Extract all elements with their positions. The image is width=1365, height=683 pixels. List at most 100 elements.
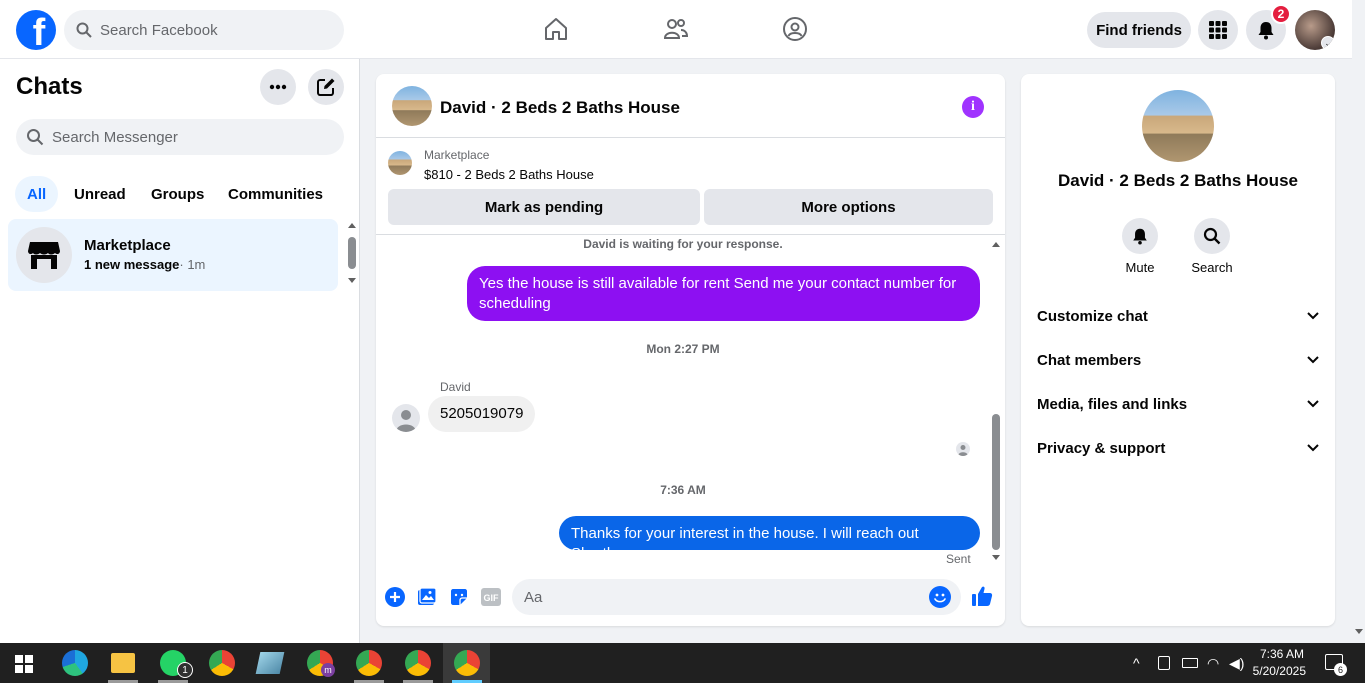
scrollbar-thumb[interactable] [348, 237, 356, 269]
facebook-search-input[interactable]: Search Facebook [64, 10, 344, 50]
clock-date[interactable]: 5/20/2025 [1250, 664, 1306, 678]
conversation-avatar[interactable] [392, 86, 432, 126]
emoji-icon[interactable] [929, 586, 951, 608]
gif-icon[interactable]: GIF [480, 586, 502, 608]
chats-sidebar: Chats Search Messenger All Unread Groups… [0, 59, 360, 643]
sticker-icon[interactable] [448, 586, 470, 608]
filter-unread[interactable]: Unread [62, 176, 138, 212]
chevron-up-icon[interactable]: ^ [1133, 655, 1140, 671]
chrome-profile-icon[interactable] [405, 650, 431, 676]
store-icon [16, 227, 72, 283]
chat-list-scrollbar[interactable] [345, 219, 357, 289]
friends-icon[interactable] [661, 14, 691, 44]
compose-icon [317, 78, 335, 96]
listing-title[interactable]: $810 - 2 Beds 2 Baths House [424, 167, 594, 182]
search-icon [76, 22, 92, 38]
facebook-header: f Search Facebook Find friends 2 ⌄ [0, 0, 1352, 59]
file-explorer-icon[interactable] [111, 653, 135, 673]
more-icon [269, 84, 287, 90]
waiting-notice: David is waiting for your response. [583, 237, 783, 251]
outgoing-message[interactable]: Thanks for your interest in the house. I… [559, 516, 980, 562]
clock-time[interactable]: 7:36 AM [1258, 647, 1304, 661]
sender-avatar[interactable] [392, 404, 420, 432]
marketplace-listing-card: Marketplace $810 - 2 Beds 2 Baths House … [376, 139, 1005, 235]
notification-center-badge: 6 [1334, 663, 1347, 676]
marketplace-label: Marketplace [424, 148, 490, 162]
section-label: Customize chat [1037, 307, 1148, 325]
filter-communities[interactable]: Communities [216, 176, 335, 212]
sent-status: Sent [946, 552, 971, 566]
notepad-icon[interactable] [255, 652, 285, 674]
messenger-search-placeholder: Search Messenger [52, 128, 178, 146]
menu-grid-button[interactable] [1198, 10, 1238, 50]
read-receipt-avatar [956, 442, 970, 456]
wifi-icon[interactable]: ◠ [1207, 655, 1219, 672]
edge-icon[interactable] [62, 650, 88, 676]
find-friends-button[interactable]: Find friends [1087, 12, 1191, 48]
groups-icon[interactable] [780, 14, 810, 44]
windows-start-icon[interactable] [15, 655, 33, 678]
plus-icon[interactable] [384, 586, 406, 608]
search-conversation-button[interactable]: Search [1182, 218, 1242, 275]
windows-taskbar: 1 m ^ ◠ ◀) 7:36 AM 5/20/2025 6 [0, 643, 1365, 683]
battery-icon[interactable] [1182, 658, 1198, 668]
more-options-button[interactable]: More options [704, 189, 993, 225]
volume-icon[interactable]: ◀) [1229, 655, 1244, 672]
listing-thumbnail[interactable] [388, 151, 412, 175]
chat-info-title: David · 2 Beds 2 Baths House [1058, 171, 1298, 190]
conversation-panel: David · 2 Beds 2 Baths House i Marketpla… [376, 74, 1005, 626]
incoming-message[interactable]: 5205019079 [428, 396, 536, 432]
chevron-down-icon [1307, 312, 1319, 320]
scroll-up-icon[interactable] [347, 221, 357, 229]
mute-label: Mute [1125, 260, 1155, 275]
message-timestamp: 7:36 AM [660, 483, 706, 497]
chrome-profile-icon[interactable] [454, 650, 480, 676]
scroll-down-icon[interactable] [1354, 628, 1364, 636]
scroll-up-icon[interactable] [991, 240, 1001, 248]
mark-as-pending-button[interactable]: Mark as pending [388, 189, 700, 225]
chrome-icon[interactable] [209, 650, 235, 676]
info-icon[interactable]: i [962, 96, 984, 118]
filter-groups[interactable]: Groups [139, 176, 216, 212]
account-avatar[interactable]: ⌄ [1295, 10, 1335, 50]
photo-icon[interactable] [416, 586, 438, 608]
preview-time: · 1m [179, 257, 206, 272]
chat-info-panel: David · 2 Beds 2 Baths House Mute Search… [1021, 74, 1335, 626]
messenger-search-input[interactable]: Search Messenger [16, 119, 344, 155]
chrome-profile-icon[interactable] [356, 650, 382, 676]
message-input-placeholder: Aa [524, 588, 543, 606]
bell-icon [1258, 22, 1274, 40]
device-icon[interactable] [1158, 656, 1170, 670]
scroll-down-icon[interactable] [347, 277, 357, 285]
conversation-title[interactable]: David · 2 Beds 2 Baths House [440, 98, 680, 118]
chat-members-section[interactable]: Chat members [1037, 348, 1319, 372]
filter-all[interactable]: All [15, 176, 59, 212]
conversation-header: David · 2 Beds 2 Baths House i [376, 74, 1005, 138]
conversation-scrollbar[interactable] [990, 240, 1002, 564]
chat-item-name: Marketplace [84, 237, 171, 254]
chat-item-marketplace[interactable]: Marketplace 1 new message· 1m [8, 219, 338, 291]
outgoing-message[interactable]: Yes the house is still available for ren… [467, 266, 980, 321]
chevron-down-icon [1307, 400, 1319, 408]
chats-title: Chats [16, 73, 83, 100]
message-timestamp: Mon 2:27 PM [646, 342, 720, 356]
notification-badge: 2 [1271, 4, 1291, 24]
logo-letter: f [32, 12, 46, 50]
media-files-links-section[interactable]: Media, files and links [1037, 392, 1319, 416]
section-label: Media, files and links [1037, 395, 1188, 413]
thumbs-up-icon[interactable] [971, 585, 993, 607]
chat-info-avatar[interactable] [1142, 90, 1214, 162]
profile-badge: m [321, 663, 335, 677]
grid-icon [1209, 21, 1227, 39]
privacy-support-section[interactable]: Privacy & support [1037, 436, 1319, 460]
chat-options-button[interactable] [260, 69, 296, 105]
scrollbar-thumb[interactable] [992, 414, 1000, 550]
scroll-down-icon[interactable] [991, 554, 1001, 562]
message-input[interactable]: Aa [512, 579, 961, 615]
page-scrollbar[interactable] [1352, 0, 1365, 643]
home-icon[interactable] [541, 14, 571, 44]
mute-button[interactable]: Mute [1110, 218, 1170, 275]
facebook-logo[interactable]: f [16, 10, 56, 50]
new-message-button[interactable] [308, 69, 344, 105]
customize-chat-section[interactable]: Customize chat [1037, 304, 1319, 328]
